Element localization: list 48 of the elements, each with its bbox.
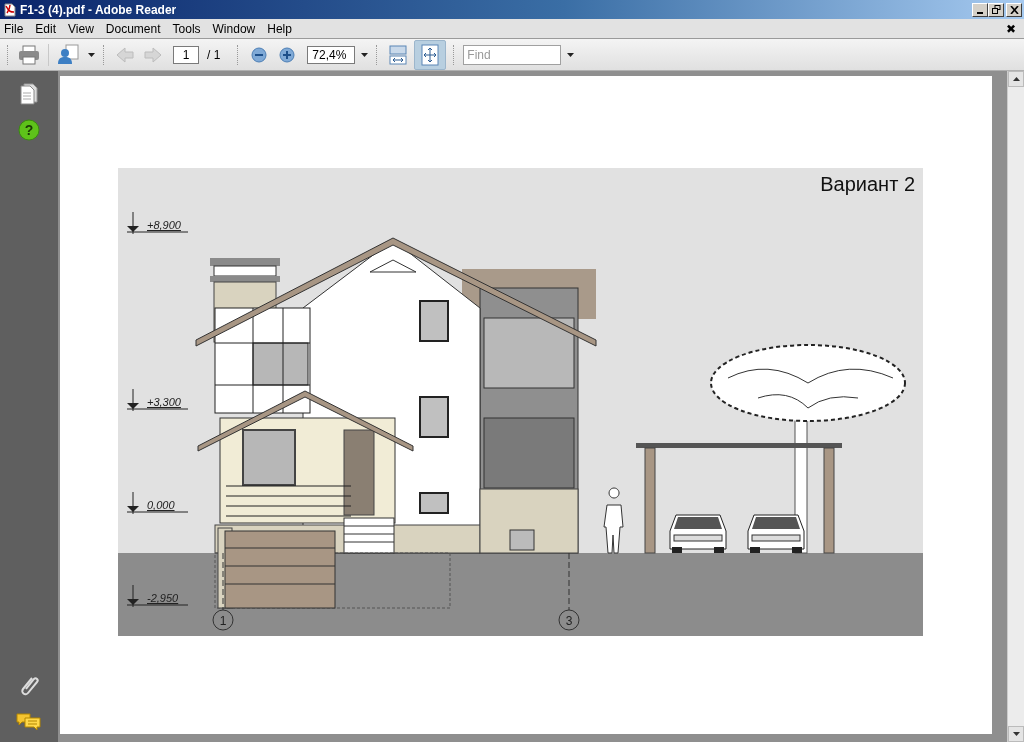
scroll-down-button[interactable] [1008, 726, 1024, 742]
minimize-icon [977, 11, 983, 14]
fit-page-button[interactable] [414, 39, 447, 70]
level-marker-icon [126, 491, 189, 515]
drawing-title: Вариант 2 [820, 173, 915, 195]
help-button[interactable]: ? [18, 119, 40, 141]
car-drawing [747, 514, 805, 553]
menu-item[interactable]: Help [267, 21, 292, 36]
pages-button[interactable] [20, 83, 38, 105]
menu-item[interactable]: File [4, 21, 24, 36]
restore-icon [991, 5, 1001, 14]
menu-item[interactable]: Document [105, 21, 161, 36]
menu-item[interactable]: View [68, 21, 94, 36]
attachments-button[interactable] [18, 674, 40, 698]
page-number-field[interactable]: 1 [173, 45, 199, 64]
person-silhouette [603, 487, 624, 554]
menu-item[interactable]: Tools [172, 21, 201, 36]
menu-item[interactable]: Edit [35, 21, 57, 36]
menu-item[interactable]: Window [212, 21, 256, 36]
window-title: F1-3 (4).pdf - Adobe Reader [20, 2, 177, 17]
minimize-button[interactable] [972, 2, 988, 17]
axis-label: 3 [565, 614, 573, 628]
axis-circle-icon [212, 609, 234, 631]
car-drawing [669, 514, 727, 553]
close-button[interactable] [1006, 2, 1022, 17]
comments-button[interactable] [16, 712, 42, 732]
level-label: +3,300 [147, 396, 181, 408]
page-count: / 1 [207, 47, 221, 62]
close-document-button[interactable]: ✖ [1003, 21, 1018, 36]
level-marker-icon [126, 584, 189, 608]
find-field[interactable]: Find [463, 44, 562, 65]
restore-button[interactable] [988, 2, 1004, 17]
close-icon [1009, 5, 1019, 14]
zoom-field[interactable]: 72,4% [307, 45, 356, 64]
caret-icon [360, 52, 368, 57]
caret-icon [566, 52, 574, 57]
level-marker-icon [126, 211, 189, 235]
up-arrow-icon [1012, 77, 1020, 81]
scroll-up-button[interactable] [1008, 71, 1024, 87]
down-arrow-icon [1012, 732, 1020, 736]
level-label: 0,000 [147, 499, 175, 511]
level-marker-icon [126, 388, 189, 412]
axis-circle-icon [558, 609, 580, 631]
caret-icon [87, 52, 95, 57]
level-label: +8,900 [147, 219, 181, 231]
level-label: -2,950 [147, 592, 179, 604]
axis-label: 1 [219, 614, 227, 628]
pdf-file-icon [4, 2, 16, 17]
